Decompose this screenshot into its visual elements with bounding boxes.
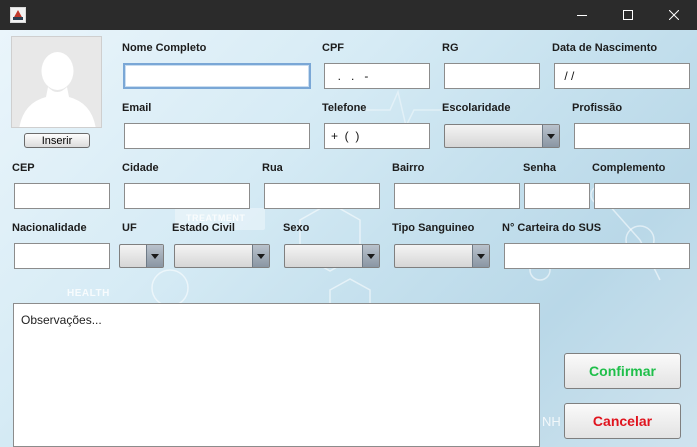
rua-input[interactable] xyxy=(264,183,380,209)
profile-photo xyxy=(11,36,102,128)
uf-select[interactable] xyxy=(119,244,164,268)
sus-input[interactable] xyxy=(504,243,690,269)
label-profissao: Profissão xyxy=(572,102,623,114)
email-input[interactable] xyxy=(124,123,310,149)
minimize-icon xyxy=(577,15,587,16)
maximize-icon xyxy=(623,10,633,20)
chevron-down-icon xyxy=(362,245,379,267)
cep-input[interactable] xyxy=(14,183,110,209)
label-sus: N° Carteira do SUS xyxy=(502,222,602,234)
user-silhouette-icon xyxy=(12,37,101,127)
label-rg: RG xyxy=(442,42,459,54)
rg-input[interactable] xyxy=(444,63,540,89)
label-uf: UF xyxy=(122,222,137,234)
nascimento-input[interactable]: / / xyxy=(554,63,690,89)
tipo-sanguineo-select[interactable] xyxy=(394,244,490,268)
form-panel: TREATMENT HEALTH 24368 OH NH Inserir Nom… xyxy=(0,30,697,447)
label-tipo-sanguineo: Tipo Sanguineo xyxy=(392,222,475,234)
sexo-select[interactable] xyxy=(284,244,380,268)
close-icon xyxy=(669,10,679,20)
background-text-nh: NH xyxy=(542,414,561,429)
label-senha: Senha xyxy=(523,162,557,174)
confirmar-button[interactable]: Confirmar xyxy=(564,353,681,389)
label-complemento: Complemento xyxy=(592,162,666,174)
minimize-button[interactable] xyxy=(559,0,605,30)
label-nacionalidade: Nacionalidade xyxy=(12,222,87,234)
app-icon xyxy=(10,7,26,23)
title-bar xyxy=(0,0,697,30)
label-nome: Nome Completo xyxy=(122,42,207,54)
nacionalidade-input[interactable] xyxy=(14,243,110,269)
cidade-input[interactable] xyxy=(124,183,250,209)
cancelar-button[interactable]: Cancelar xyxy=(564,403,681,439)
bairro-input[interactable] xyxy=(394,183,520,209)
estado-civil-select[interactable] xyxy=(174,244,270,268)
senha-input[interactable] xyxy=(524,183,590,209)
chevron-down-icon xyxy=(472,245,489,267)
cpf-input[interactable]: . . - xyxy=(324,63,430,89)
telefone-input[interactable]: + ( ) xyxy=(324,123,430,149)
maximize-button[interactable] xyxy=(605,0,651,30)
profissao-input[interactable] xyxy=(574,123,690,149)
label-nascimento: Data de Nascimento xyxy=(552,42,658,54)
background-text-health: HEALTH xyxy=(67,288,110,299)
label-sexo: Sexo xyxy=(283,222,310,234)
label-escolaridade: Escolaridade xyxy=(442,102,511,114)
label-estado-civil: Estado Civil xyxy=(172,222,235,234)
label-cpf: CPF xyxy=(322,42,344,54)
chevron-down-icon xyxy=(146,245,163,267)
close-button[interactable] xyxy=(651,0,697,30)
chevron-down-icon xyxy=(542,125,559,147)
complemento-input[interactable] xyxy=(594,183,690,209)
label-rua: Rua xyxy=(262,162,283,174)
insert-photo-button[interactable]: Inserir xyxy=(24,133,90,148)
label-cidade: Cidade xyxy=(122,162,159,174)
observacoes-textarea[interactable]: Observações... xyxy=(13,303,540,447)
label-telefone: Telefone xyxy=(322,102,367,114)
label-cep: CEP xyxy=(12,162,35,174)
chevron-down-icon xyxy=(252,245,269,267)
nome-input[interactable] xyxy=(123,63,311,89)
label-email: Email xyxy=(122,102,152,114)
escolaridade-select[interactable] xyxy=(444,124,560,148)
label-bairro: Bairro xyxy=(392,162,425,174)
